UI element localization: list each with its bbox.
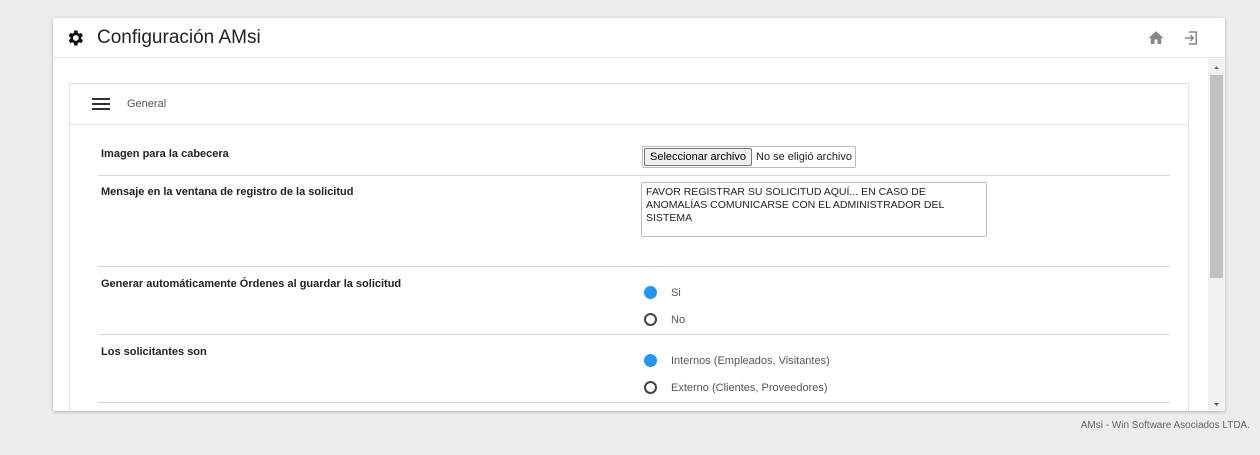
message-textarea[interactable]: FAVOR REGISTRAR SU SOLICITUD AQUÍ... EN … <box>641 182 987 237</box>
exit-icon[interactable] <box>1182 29 1200 47</box>
radio-selected[interactable] <box>644 354 657 367</box>
setting-header-image: Imagen para la cabecera Seleccionar arch… <box>98 125 1170 176</box>
radio-option-externo[interactable]: Externo (Clientes, Proveedores) <box>644 381 828 394</box>
choose-file-button[interactable]: Seleccionar archivo <box>644 148 752 166</box>
option-label: Si <box>671 286 681 299</box>
config-window: Configuración AMsi General Imagen para l… <box>53 18 1225 411</box>
setting-label: Mensaje en la ventana de registro de la … <box>101 186 354 198</box>
footer-credit: AMsi - Win Software Asociados LTDA. <box>1080 420 1250 431</box>
setting-message: Mensaje en la ventana de registro de la … <box>98 176 1170 267</box>
menu-icon[interactable] <box>92 97 110 111</box>
option-label: Externo (Clientes, Proveedores) <box>671 381 828 394</box>
file-input[interactable]: Seleccionar archivo No se eligió archivo <box>642 146 856 168</box>
section-title: General <box>127 98 167 110</box>
option-label: Internos (Empleados, Visitantes) <box>671 354 830 367</box>
vertical-scrollbar[interactable] <box>1208 59 1225 411</box>
window-header: Configuración AMsi <box>53 18 1225 58</box>
option-label: No <box>671 313 686 326</box>
page-title: Configuración AMsi <box>97 26 261 48</box>
setting-label: Imagen para la cabecera <box>101 148 229 160</box>
general-card: General Imagen para la cabecera Seleccio… <box>69 83 1189 411</box>
radio-option-si[interactable]: Si <box>644 286 681 299</box>
setting-label: Generar automáticamente Órdenes al guard… <box>101 278 402 290</box>
setting-auto-orders: Generar automáticamente Órdenes al guard… <box>98 267 1170 335</box>
radio-option-internos[interactable]: Internos (Empleados, Visitantes) <box>644 354 830 367</box>
home-icon[interactable] <box>1147 29 1165 47</box>
radio-option-no[interactable]: No <box>644 313 685 326</box>
scrollbar-thumb[interactable] <box>1210 75 1223 278</box>
setting-label: Los solicitantes son <box>101 346 207 358</box>
setting-requesters: Los solicitantes son Internos (Empleados… <box>98 335 1170 403</box>
section-header: General <box>70 84 1188 125</box>
scroll-up-icon[interactable] <box>1208 63 1225 71</box>
scroll-down-icon[interactable] <box>1208 401 1225 409</box>
radio-unselected[interactable] <box>644 381 657 394</box>
radio-unselected[interactable] <box>644 313 657 326</box>
radio-selected[interactable] <box>644 286 657 299</box>
gear-icon <box>68 30 83 45</box>
file-status: No se eligió archivo <box>756 151 852 163</box>
